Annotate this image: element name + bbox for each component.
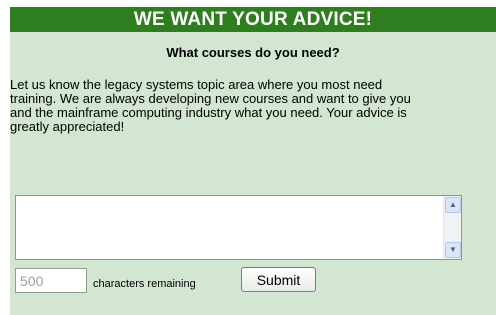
advice-textarea-container: ▲ ▼ [15, 195, 462, 260]
panel-header-title: WE WANT YOUR ADVICE! [10, 7, 496, 32]
description-line: greatly appreciated! [10, 119, 125, 134]
scroll-up-arrow-icon[interactable]: ▲ [445, 197, 461, 213]
characters-remaining-field [15, 268, 87, 293]
submit-button[interactable]: Submit [241, 267, 316, 292]
textarea-scrollbar[interactable]: ▲ ▼ [443, 196, 461, 259]
description-line: and the mainframe computing industry wha… [10, 105, 407, 120]
characters-remaining-label: characters remaining [93, 278, 196, 290]
form-description: Let us know the legacy systems topic are… [10, 78, 496, 134]
scroll-down-arrow-icon[interactable]: ▼ [445, 242, 461, 258]
advice-textarea[interactable] [16, 196, 441, 259]
description-line: training. We are always developing new c… [10, 91, 411, 106]
description-line: Let us know the legacy systems topic are… [10, 77, 383, 92]
form-subheading: What courses do you need? [166, 45, 340, 60]
advice-panel: WE WANT YOUR ADVICE! What courses do you… [10, 7, 496, 315]
